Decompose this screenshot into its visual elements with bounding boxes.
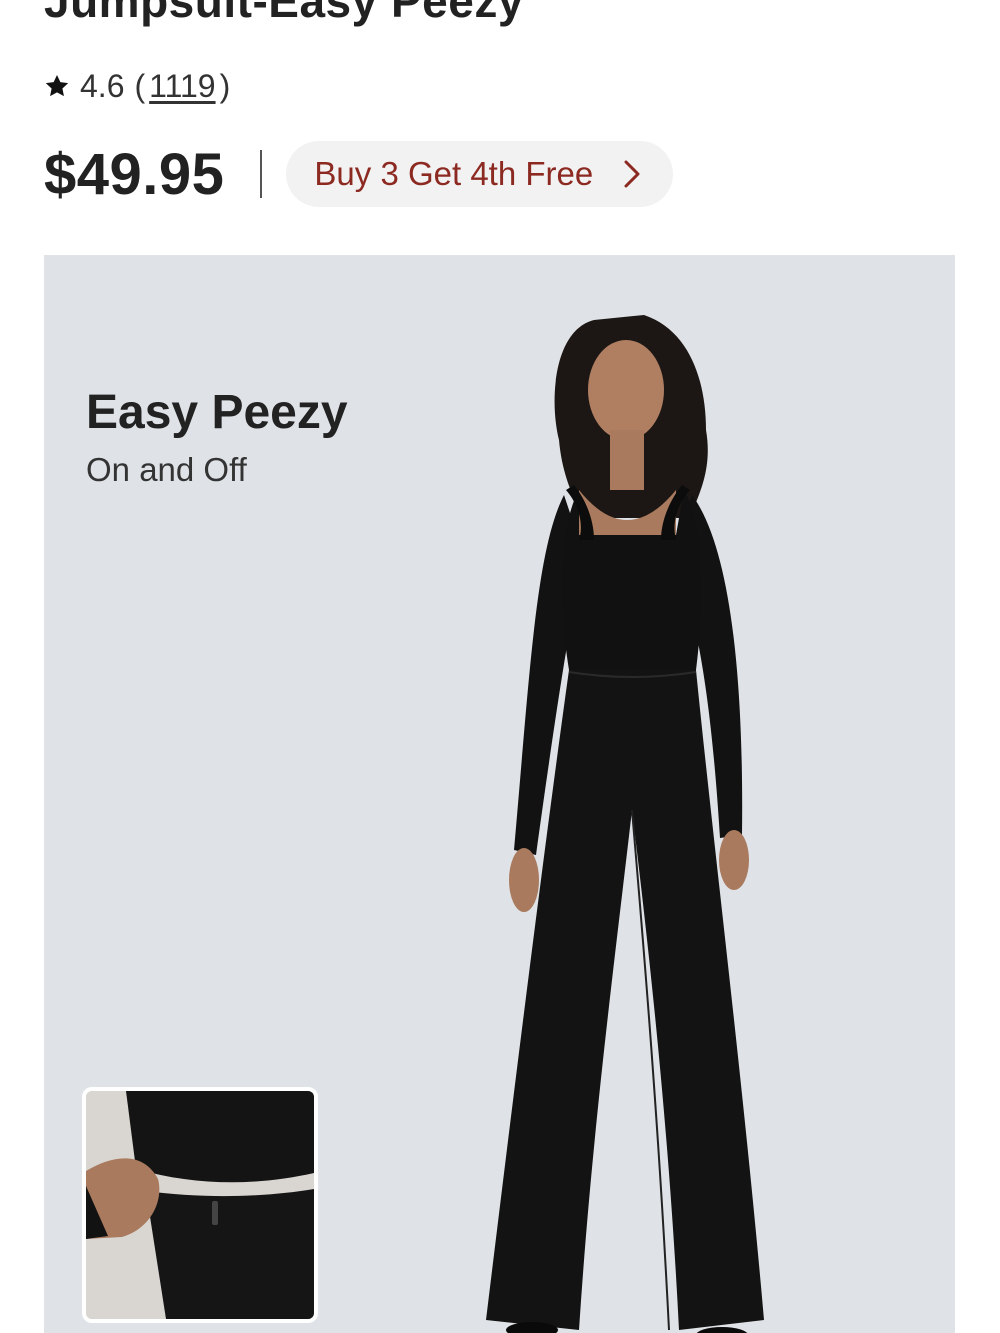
price-row: $49.95 Buy 3 Get 4th Free [44, 140, 674, 208]
detail-thumbnail[interactable] [82, 1087, 318, 1323]
price-divider [260, 150, 263, 198]
review-count-link[interactable]: 1119 [149, 68, 215, 105]
rating-open-paren: ( [134, 67, 146, 104]
promo-label: Buy 3 Get 4th Free [314, 155, 594, 192]
hero-subheading: On and Off [86, 451, 247, 488]
rating-value: 4.6 [80, 67, 125, 104]
rating-row: 4.6 ( 1119 ) [44, 66, 234, 106]
product-page: Jumpsuit-Easy Peezy 4.6 ( 1119 ) $49.95 … [0, 0, 1000, 1333]
star-icon [45, 74, 69, 97]
chevron-right-icon [624, 160, 640, 188]
model-figure [486, 315, 764, 1333]
product-hero-image[interactable]: Easy Peezy On and Off [44, 255, 955, 1333]
hero-heading: Easy Peezy [86, 386, 348, 439]
waist-zipper-detail-image [86, 1091, 314, 1319]
product-title: Jumpsuit-Easy Peezy [44, 0, 524, 27]
promo-button[interactable]: Buy 3 Get 4th Free [286, 141, 674, 207]
rating-close-paren: ) [219, 67, 231, 104]
product-price: $49.95 [44, 141, 225, 207]
